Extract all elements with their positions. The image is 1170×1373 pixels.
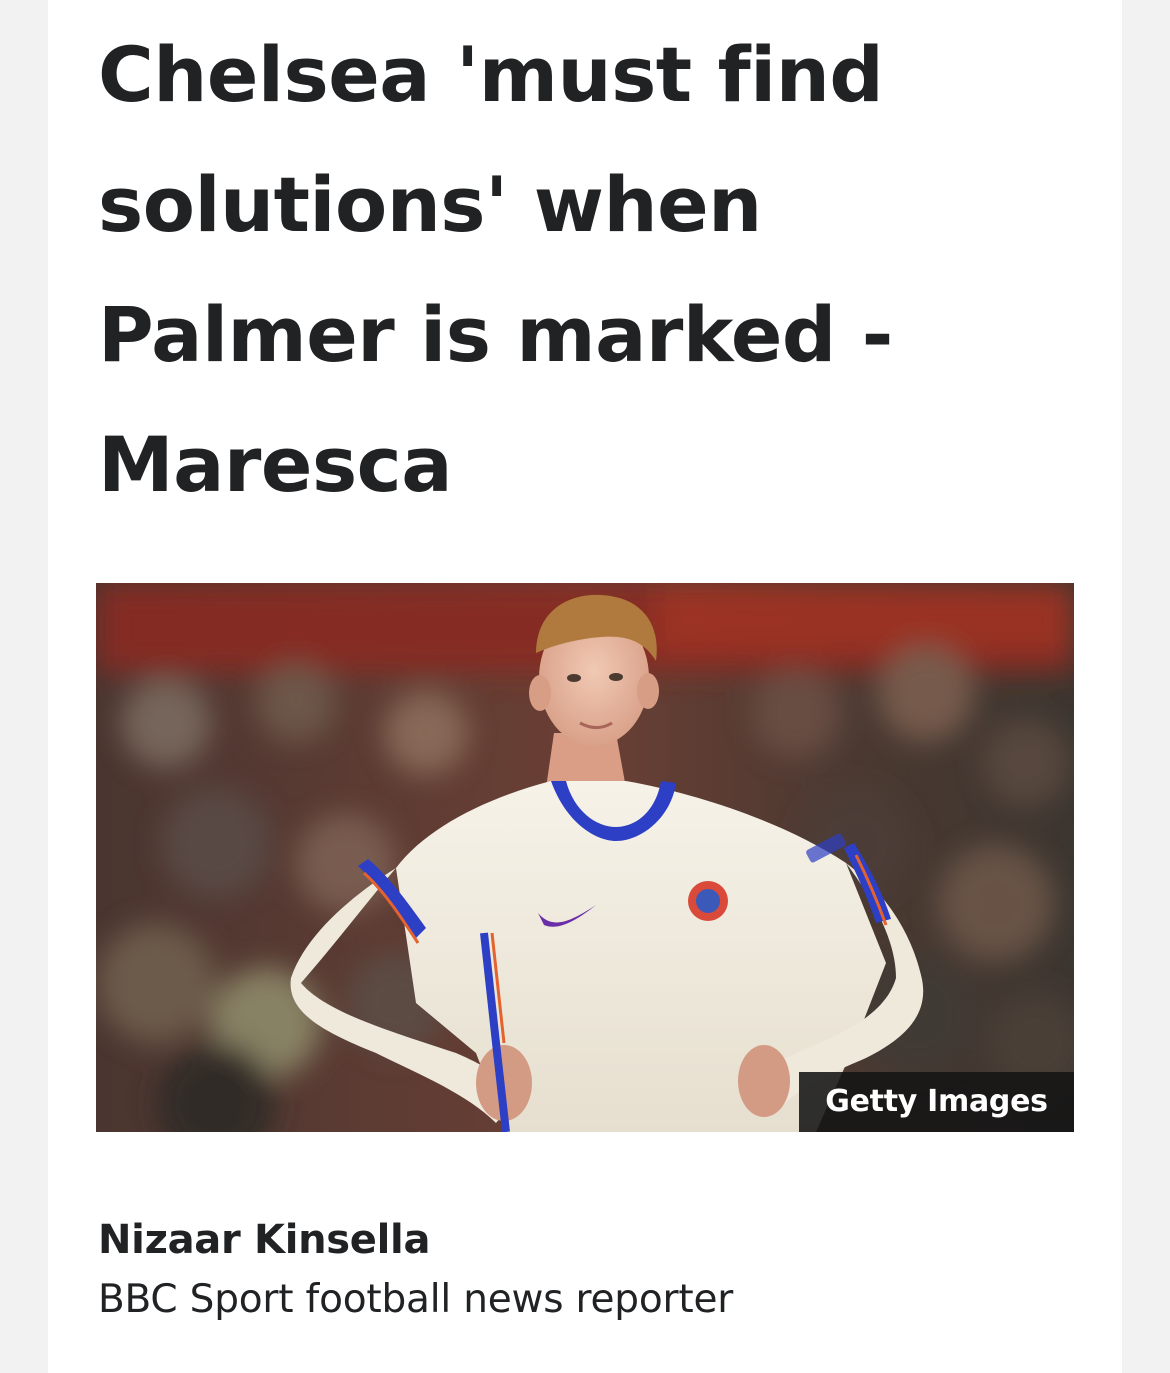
article-card: Chelsea 'must find solutions' when Palme… <box>48 0 1122 1373</box>
hero-image: Getty Images <box>96 583 1074 1132</box>
page: Chelsea 'must find solutions' when Palme… <box>0 0 1170 1373</box>
headline: Chelsea 'must find solutions' when Palme… <box>98 30 893 509</box>
player-photo-icon <box>96 583 1074 1132</box>
author-role: BBC Sport football news reporter <box>98 1277 734 1322</box>
byline: Nizaar Kinsella BBC Sport football news … <box>98 1210 733 1330</box>
image-credit: Getty Images <box>799 1072 1074 1132</box>
author-name[interactable]: Nizaar Kinsella <box>98 1210 733 1270</box>
